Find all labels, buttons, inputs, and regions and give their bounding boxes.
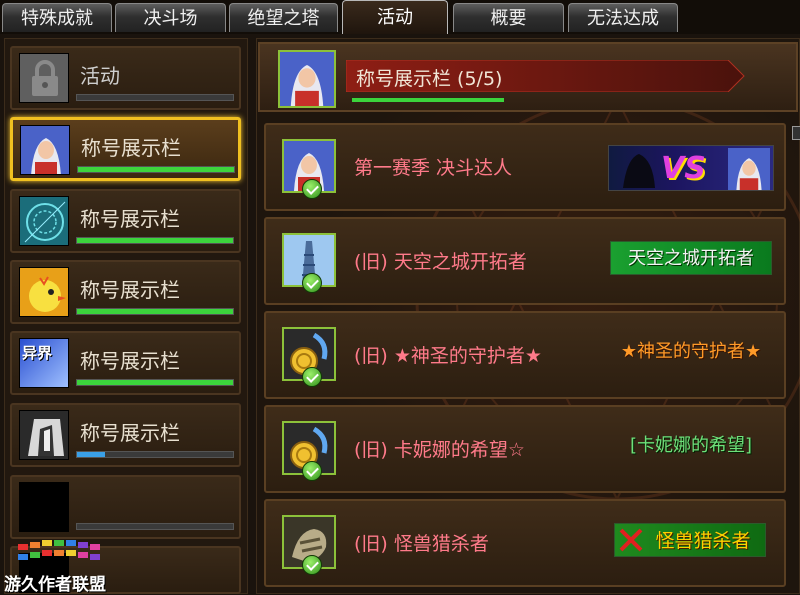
achievement-row[interactable]: (旧) 卡妮娜的希望☆ [卡妮娜的希望] xyxy=(264,405,786,493)
tower-gate-icon xyxy=(19,410,69,460)
tab-events[interactable]: 活动 xyxy=(342,0,448,34)
sidebar-item-title-showcase-1[interactable]: 称号展示栏 xyxy=(10,117,241,181)
progress-bar xyxy=(76,237,234,244)
crossed-swords-icon xyxy=(619,528,643,552)
character-portrait-icon xyxy=(20,125,70,175)
tab-arena[interactable]: 决斗场 xyxy=(115,3,226,32)
sidebar-item-label: 称号展示栏 xyxy=(80,207,180,231)
yellow-chick-icon xyxy=(19,267,69,317)
watermark-text: 游久作者联盟 xyxy=(4,575,106,595)
title-badge: ★神圣的守护者★ xyxy=(620,341,762,362)
achievement-title: (旧) 天空之城开拓者 xyxy=(354,251,527,273)
tab-bar: 特殊成就 决斗场 绝望之塔 活动 概要 无法达成 xyxy=(0,0,800,34)
tab-special-achievements[interactable]: 特殊成就 xyxy=(2,3,112,32)
sidebar-item-title-showcase-5[interactable]: 称号展示栏 xyxy=(10,403,241,467)
character-portrait-icon xyxy=(278,50,336,108)
tab-overview[interactable]: 概要 xyxy=(453,3,564,32)
achievement-title: (旧) ★神圣的守护者★ xyxy=(354,345,542,367)
yijie-icon-text: 异界 xyxy=(22,344,53,362)
completed-check-icon xyxy=(302,273,322,293)
completed-check-icon xyxy=(302,179,322,199)
category-header: 称号展示栏 (5/5) xyxy=(258,42,798,112)
sidebar-item-label: 称号展示栏 xyxy=(81,136,181,160)
achievement-row[interactable]: (旧) 怪兽猎杀者 怪兽猎杀者 xyxy=(264,499,786,587)
achievement-title: (旧) 怪兽猎杀者 xyxy=(354,533,489,555)
character-portrait-icon xyxy=(728,148,770,190)
lock-icon xyxy=(19,53,69,103)
tab-unachievable[interactable]: 无法达成 xyxy=(568,3,678,32)
watermark: 游久作者联盟 xyxy=(4,538,114,595)
completed-check-icon xyxy=(302,461,322,481)
category-header-progress xyxy=(352,98,504,102)
achievement-title: (旧) 卡妮娜的希望☆ xyxy=(354,439,525,461)
progress-bar xyxy=(76,308,234,315)
progress-bar xyxy=(76,523,234,530)
sidebar-item-label: 称号展示栏 xyxy=(80,421,180,445)
sidebar-item-label: 称号展示栏 xyxy=(80,349,180,373)
completed-check-icon xyxy=(302,555,322,575)
scrollbar-thumb[interactable] xyxy=(792,126,800,140)
tab-tower-of-despair[interactable]: 绝望之塔 xyxy=(229,3,338,32)
character-silhouette-icon xyxy=(623,154,655,188)
sidebar-item-label: 活动 xyxy=(80,64,120,88)
achievement-title: 第一赛季 决斗达人 xyxy=(354,157,513,179)
sidebar-item-label: 称号展示栏 xyxy=(80,278,180,302)
watermark-logo-icon xyxy=(18,540,100,560)
achievement-row[interactable]: (旧) ★神圣的守护者★ ★神圣的守护者★ xyxy=(264,311,786,399)
empty-slot-icon xyxy=(19,482,69,532)
sidebar-item-title-showcase-4[interactable]: 异界 称号展示栏 xyxy=(10,331,241,395)
title-badge: 天空之城开拓者 xyxy=(610,241,772,275)
sidebar-item-title-showcase-3[interactable]: 称号展示栏 xyxy=(10,260,241,324)
sidebar-item-events[interactable]: 活动 xyxy=(10,46,241,110)
yijie-icon: 异界 xyxy=(19,338,69,388)
progress-bar xyxy=(77,166,235,173)
title-badge: [卡妮娜的希望] xyxy=(629,435,753,456)
sidebar-item-empty-1[interactable] xyxy=(10,475,241,539)
progress-bar xyxy=(76,94,234,101)
completed-check-icon xyxy=(302,367,322,387)
achievement-row[interactable]: 第一赛季 决斗达人 VS xyxy=(264,123,786,211)
sidebar-item-title-showcase-2[interactable]: 称号展示栏 xyxy=(10,189,241,253)
achievement-row[interactable]: (旧) 天空之城开拓者 天空之城开拓者 xyxy=(264,217,786,305)
category-header-title: 称号展示栏 (5/5) xyxy=(356,68,503,90)
progress-bar xyxy=(76,379,234,386)
progress-bar xyxy=(76,451,234,458)
vs-text: VS xyxy=(661,151,706,186)
title-badge-vs: VS xyxy=(608,145,774,191)
magic-circle-icon xyxy=(19,196,69,246)
